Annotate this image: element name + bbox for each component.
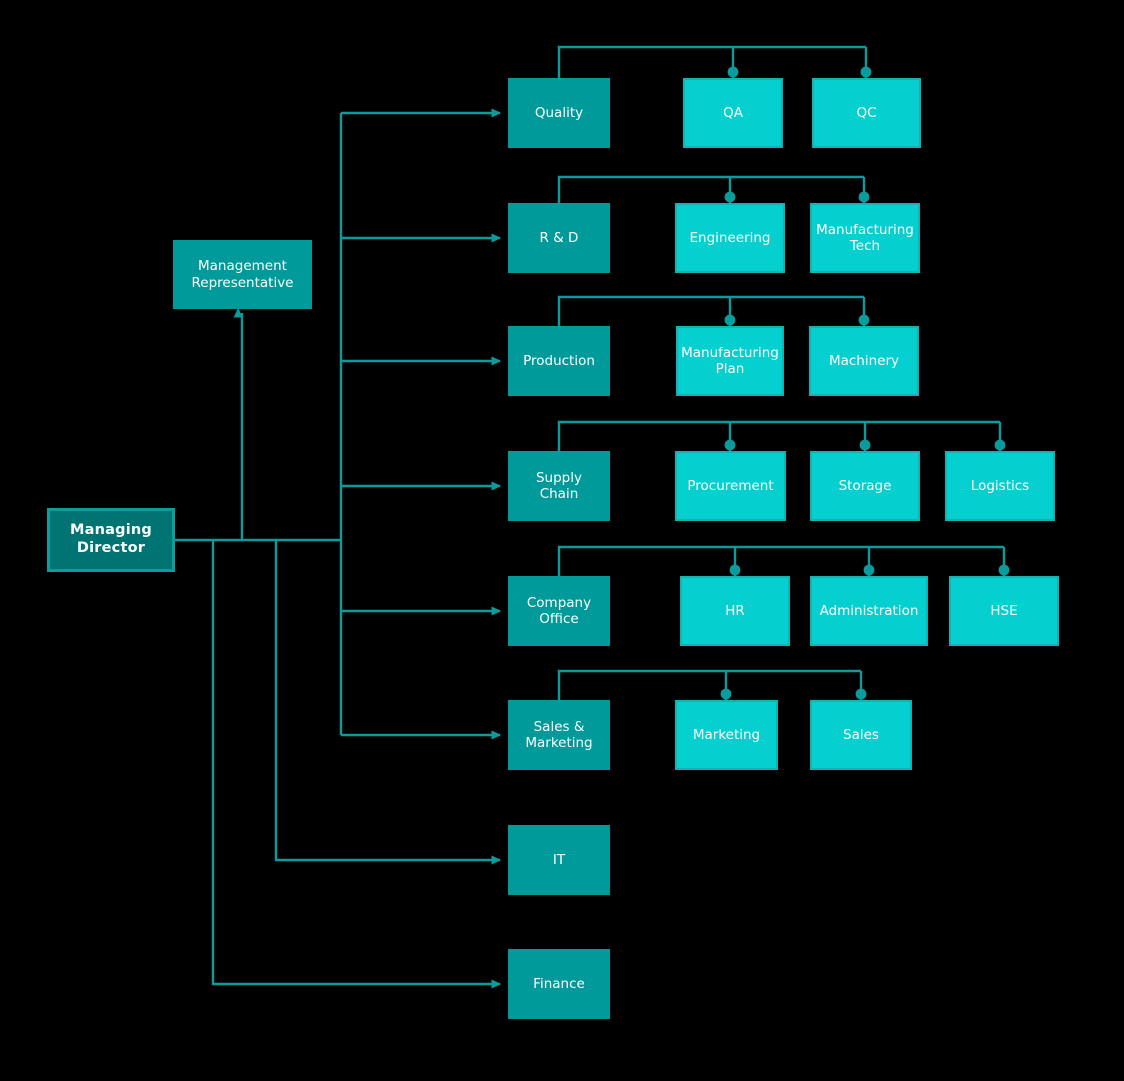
junction-dot-hse xyxy=(998,564,1010,576)
node-label-procurement: Procurement xyxy=(687,477,774,494)
node-label-engineering: Engineering xyxy=(689,229,771,246)
edge-rd-bus xyxy=(557,175,864,203)
node-company-office[interactable]: Company Office xyxy=(508,576,610,646)
node-manufacturing-plan[interactable]: Manufacturing Plan xyxy=(676,326,784,396)
org-chart-canvas: Managing Director Management Representat… xyxy=(0,0,1124,1081)
node-hr[interactable]: HR xyxy=(680,576,790,646)
node-administration[interactable]: Administration xyxy=(810,576,928,646)
node-qc[interactable]: QC xyxy=(812,78,921,148)
edge-sales-marketing-bus xyxy=(557,669,861,700)
node-label-hr: HR xyxy=(725,602,745,619)
node-quality[interactable]: Quality xyxy=(508,78,610,148)
node-storage[interactable]: Storage xyxy=(810,451,920,521)
junction-dot-manufacturing-tech xyxy=(858,191,870,203)
node-label-managing-director: Managing Director xyxy=(70,522,152,556)
node-label-qc: QC xyxy=(856,104,877,121)
node-manufacturing-tech[interactable]: Manufacturing Tech xyxy=(810,203,920,273)
edge-md-to-finance xyxy=(211,540,500,984)
junction-dot-storage xyxy=(859,439,871,451)
node-label-rd: R & D xyxy=(539,229,579,246)
node-managing-director[interactable]: Managing Director xyxy=(47,508,175,572)
junction-dot-qc xyxy=(860,66,872,78)
junction-dot-machinery xyxy=(858,314,870,326)
node-hse[interactable]: HSE xyxy=(949,576,1059,646)
junction-dot-engineering xyxy=(724,191,736,203)
node-label-sales-marketing: Sales & Marketing xyxy=(525,718,593,751)
node-management-representative[interactable]: Management Representative xyxy=(173,240,312,309)
node-sales-marketing[interactable]: Sales & Marketing xyxy=(508,700,610,770)
node-label-hse: HSE xyxy=(990,602,1018,619)
node-label-manufacturing-plan: Manufacturing Plan xyxy=(681,344,779,377)
node-label-management-representative: Management Representative xyxy=(191,258,294,291)
node-label-administration: Administration xyxy=(819,602,919,619)
node-logistics[interactable]: Logistics xyxy=(945,451,1055,521)
junction-dot-manufacturing-plan xyxy=(724,314,736,326)
junction-dot-logistics xyxy=(994,439,1006,451)
edge-production-bus xyxy=(557,295,864,326)
node-finance[interactable]: Finance xyxy=(508,949,610,1019)
node-marketing[interactable]: Marketing xyxy=(675,700,778,770)
node-machinery[interactable]: Machinery xyxy=(809,326,919,396)
node-label-sales: Sales xyxy=(843,726,879,743)
junction-dot-procurement xyxy=(724,439,736,451)
edge-md-to-it xyxy=(274,540,500,860)
edge-company-office-bus xyxy=(557,545,1004,576)
node-label-it: IT xyxy=(552,851,566,868)
edge-quality-bus xyxy=(557,45,866,78)
junction-dot-qa xyxy=(727,66,739,78)
node-label-manufacturing-tech: Manufacturing Tech xyxy=(816,221,914,254)
node-label-company-office: Company Office xyxy=(526,594,592,627)
junction-dot-marketing xyxy=(720,688,732,700)
junction-dot-hr xyxy=(729,564,741,576)
node-label-supply-chain: Supply Chain xyxy=(535,469,582,502)
node-label-finance: Finance xyxy=(533,975,585,992)
node-qa[interactable]: QA xyxy=(683,78,783,148)
node-label-marketing: Marketing xyxy=(692,726,761,743)
node-it[interactable]: IT xyxy=(508,825,610,895)
node-label-production: Production xyxy=(523,352,595,369)
junction-dot-sales xyxy=(855,688,867,700)
node-label-quality: Quality xyxy=(534,104,584,121)
node-production[interactable]: Production xyxy=(508,326,610,396)
node-rd[interactable]: R & D xyxy=(508,203,610,273)
node-sales[interactable]: Sales xyxy=(810,700,912,770)
node-supply-chain[interactable]: Supply Chain xyxy=(508,451,610,521)
node-label-logistics: Logistics xyxy=(970,477,1030,494)
junction-dot-administration xyxy=(863,564,875,576)
node-label-qa: QA xyxy=(723,104,743,121)
edge-supply-chain-bus xyxy=(557,420,1000,451)
node-engineering[interactable]: Engineering xyxy=(675,203,785,273)
node-procurement[interactable]: Procurement xyxy=(675,451,786,521)
node-label-storage: Storage xyxy=(838,477,892,494)
node-label-machinery: Machinery xyxy=(828,352,900,369)
